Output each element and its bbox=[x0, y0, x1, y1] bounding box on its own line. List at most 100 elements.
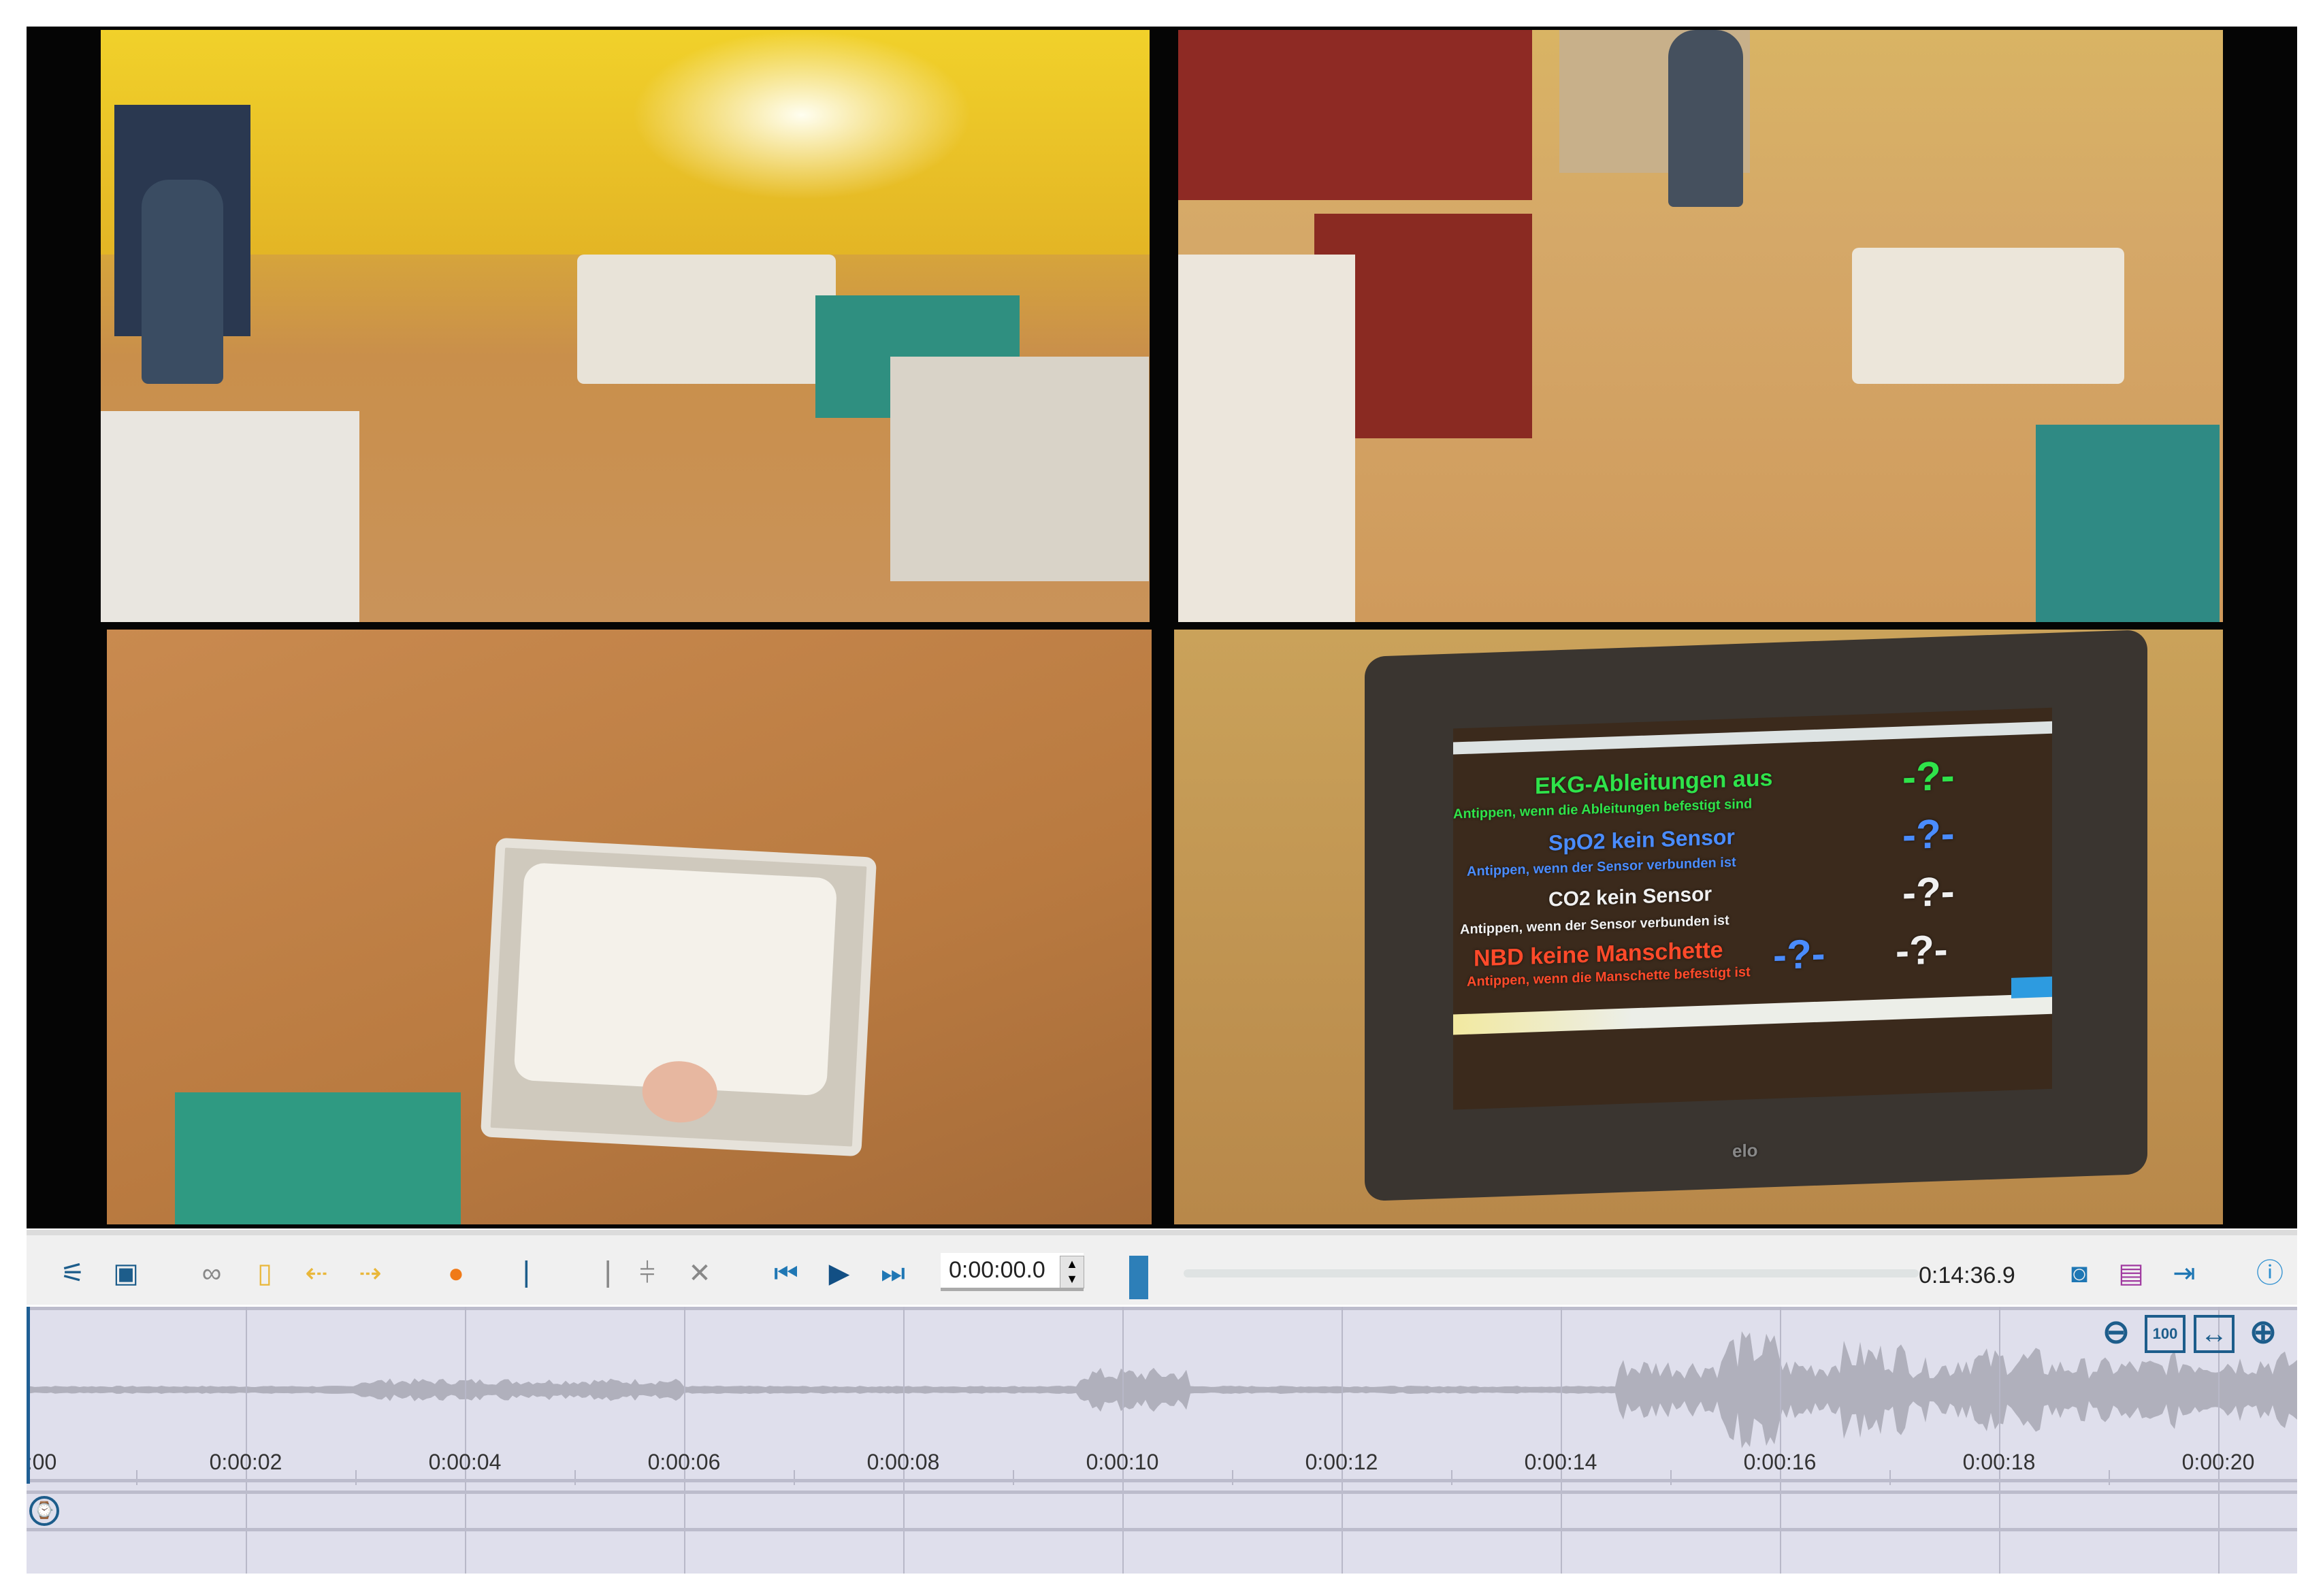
timeline-label: 0:00:06 bbox=[647, 1450, 721, 1474]
skip-to-end-icon[interactable]: ⏭ bbox=[875, 1256, 911, 1291]
camera-1-room-overview[interactable] bbox=[101, 30, 1150, 622]
timeline-label: 0:00:20 bbox=[2181, 1450, 2255, 1474]
person bbox=[1668, 30, 1743, 207]
equipment bbox=[175, 1092, 461, 1224]
timeline-label: 0:00:02 bbox=[209, 1450, 282, 1474]
incubator-top bbox=[480, 837, 877, 1157]
screen-button bbox=[2011, 976, 2052, 998]
player-toolbar: ⚟ ▣ ∞ ▯ ⇠ ⇢ ● ⎸ ⎹ ⫩ ✕ ⏮ ▶ ⏭ 0:00:00.0 ▲ ▼… bbox=[27, 1230, 2297, 1305]
seek-slider-thumb[interactable] bbox=[1129, 1256, 1148, 1299]
yellow-wall bbox=[101, 30, 1150, 255]
timeline-gridline bbox=[1122, 1307, 1124, 1574]
co2-value: -?- bbox=[1902, 868, 1955, 916]
monitor-brand-logo: elo bbox=[1732, 1139, 1758, 1162]
add-marker-icon[interactable]: ▯ bbox=[247, 1256, 282, 1291]
zoom-100-icon[interactable]: 100 bbox=[2145, 1315, 2186, 1353]
timeline-gridline bbox=[1999, 1307, 2000, 1574]
ekg-hint: Antippen, wenn die Ableitungen befestigt… bbox=[1453, 796, 1753, 822]
playhead[interactable] bbox=[27, 1307, 30, 1484]
seek-slider-track[interactable] bbox=[1184, 1269, 1919, 1277]
time-spinner[interactable]: ▲ ▼ bbox=[1060, 1256, 1084, 1288]
timeline-label: 0:00:18 bbox=[1962, 1450, 2036, 1474]
incubator bbox=[1852, 248, 2124, 384]
snapshot-camera-icon[interactable]: ◙ bbox=[2062, 1256, 2097, 1291]
timeline-minor-tick bbox=[1232, 1470, 1233, 1485]
counter bbox=[101, 411, 359, 622]
person bbox=[142, 180, 223, 384]
camera-3-incubator-top[interactable] bbox=[107, 630, 1152, 1224]
zoom-in-icon[interactable]: ⊕ bbox=[2243, 1311, 2284, 1354]
settings-sliders-icon[interactable]: ⚟ bbox=[55, 1256, 91, 1291]
timeline-minor-tick bbox=[574, 1470, 576, 1485]
video-grid: EKG-Ableitungen aus Antippen, wenn die A… bbox=[27, 27, 2297, 1228]
spo2-hint: Antippen, wenn der Sensor verbunden ist bbox=[1467, 855, 1736, 879]
co2-hint: Antippen, wenn der Sensor verbunden ist bbox=[1460, 913, 1729, 938]
export-file-icon[interactable]: ⇥ bbox=[2166, 1256, 2202, 1291]
marker-previous-icon[interactable]: ⇠ bbox=[299, 1256, 334, 1291]
info-icon[interactable]: ⓘ bbox=[2252, 1256, 2288, 1291]
screen-bottom-bar bbox=[1453, 993, 2052, 1035]
equipment-cart bbox=[890, 357, 1149, 581]
audio-timeline[interactable]: :00 0:00:02 0:00:04 0:00:06 0:00:08 0:00:10 0:… bbox=[27, 1307, 2297, 1574]
zoom-out-icon[interactable]: ⊖ bbox=[2096, 1311, 2137, 1354]
set-out-point-icon[interactable]: ⎹ bbox=[578, 1256, 613, 1291]
timeline-gridline bbox=[465, 1307, 466, 1574]
timeline-minor-tick bbox=[1013, 1470, 1014, 1485]
incubator bbox=[577, 255, 836, 384]
audio-waveform bbox=[27, 1331, 2297, 1448]
remove-segment-icon[interactable]: ✕ bbox=[682, 1256, 717, 1291]
spo2-value: -?- bbox=[1902, 810, 1955, 858]
timeline-label: 0:00:12 bbox=[1305, 1450, 1378, 1474]
timeline-label: 0:00:14 bbox=[1524, 1450, 1597, 1474]
link-icon[interactable]: ∞ bbox=[194, 1256, 229, 1291]
export-image-icon[interactable]: ▤ bbox=[2113, 1256, 2149, 1291]
fit-width-icon[interactable]: ↔ bbox=[2194, 1315, 2235, 1353]
timeline-minor-tick bbox=[1670, 1470, 1672, 1485]
clock-icon[interactable]: ⌚ bbox=[29, 1496, 59, 1526]
timeline-minor-tick bbox=[355, 1470, 357, 1485]
video-view-icon[interactable]: ▣ bbox=[108, 1256, 144, 1291]
timeline-label: 0:00:16 bbox=[1743, 1450, 1817, 1474]
pulse-value: -?- bbox=[1773, 930, 1825, 979]
light-glare bbox=[632, 30, 972, 200]
timeline-gridline bbox=[1342, 1307, 1343, 1574]
timeline-minor-tick bbox=[136, 1470, 137, 1485]
set-in-point-icon[interactable]: ⎸ bbox=[521, 1256, 557, 1291]
timeline-minor-tick bbox=[2109, 1470, 2110, 1485]
camera-2-room-entrance[interactable] bbox=[1178, 30, 2223, 622]
row-divider bbox=[27, 1528, 2297, 1531]
timeline-gridline bbox=[903, 1307, 905, 1574]
drawers bbox=[1178, 255, 1355, 622]
timeline-gridline bbox=[684, 1307, 685, 1574]
green-chair bbox=[2036, 425, 2220, 622]
patient-monitor: EKG-Ableitungen aus Antippen, wenn die A… bbox=[1365, 630, 2147, 1202]
timeline-label: 0:00:10 bbox=[1086, 1450, 1159, 1474]
timeline-label: 0:00:08 bbox=[866, 1450, 940, 1474]
split-icon[interactable]: ⫩ bbox=[630, 1256, 665, 1291]
hr-value: -?- bbox=[1902, 752, 1955, 800]
timeline-gridline bbox=[1780, 1307, 1781, 1574]
screen-top-bar bbox=[1453, 721, 2052, 755]
timeline-gridline bbox=[246, 1307, 247, 1574]
timeline-label: 0:00:04 bbox=[428, 1450, 502, 1474]
timeline-minor-tick bbox=[1451, 1470, 1452, 1485]
timeline-label: :00 bbox=[27, 1450, 57, 1474]
monitor-screen: EKG-Ableitungen aus Antippen, wenn die A… bbox=[1453, 707, 2052, 1110]
play-icon[interactable]: ▶ bbox=[822, 1256, 857, 1291]
temp-value: -?- bbox=[1896, 926, 1948, 974]
total-duration: 0:14:36.9 bbox=[1919, 1263, 2015, 1288]
ekg-alarm: EKG-Ableitungen aus bbox=[1535, 765, 1773, 800]
marker-next-icon[interactable]: ⇢ bbox=[353, 1256, 388, 1291]
timeline-gridline bbox=[1561, 1307, 1562, 1574]
camera-4-monitor[interactable]: EKG-Ableitungen aus Antippen, wenn die A… bbox=[1174, 630, 2223, 1224]
timeline-minor-tick bbox=[794, 1470, 795, 1485]
ruler-line bbox=[27, 1479, 2297, 1482]
waveform-path bbox=[27, 1331, 2297, 1448]
comment-icon[interactable]: ● bbox=[438, 1256, 474, 1291]
timeline-minor-tick bbox=[1889, 1470, 1891, 1485]
spo2-alarm: SpO2 kein Sensor bbox=[1548, 824, 1735, 856]
row-divider bbox=[27, 1491, 2297, 1494]
upper-cabinet bbox=[1178, 30, 1532, 200]
co2-alarm: CO2 kein Sensor bbox=[1548, 883, 1712, 911]
skip-to-start-icon[interactable]: ⏮ bbox=[768, 1256, 804, 1291]
